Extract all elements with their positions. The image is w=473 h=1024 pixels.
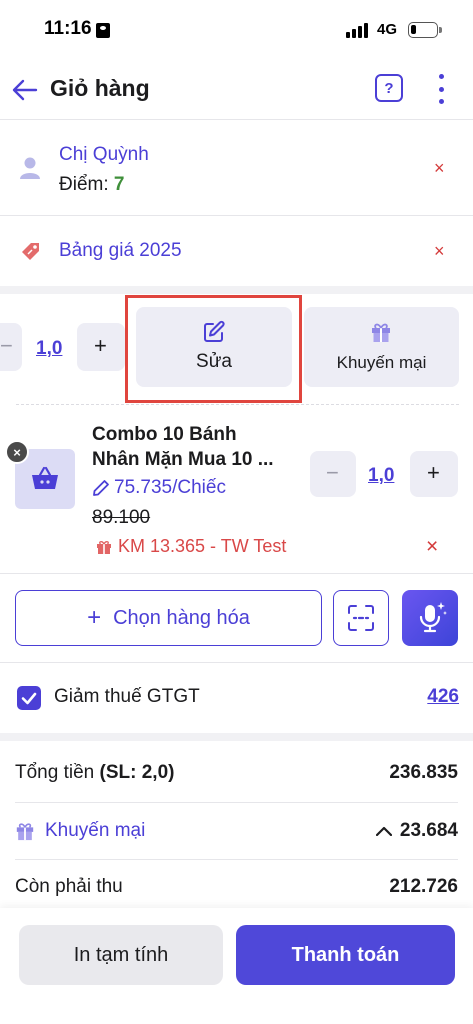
remove-customer-close-icon[interactable]: × [434, 159, 445, 177]
mic-icon [419, 602, 447, 633]
section-divider [0, 733, 473, 741]
total-quantity: (SL: 2,0) [99, 762, 175, 783]
vat-value[interactable]: 426 [427, 686, 459, 708]
product-promotion: KM 13.365 - TW Test [96, 536, 286, 557]
divider [0, 573, 473, 574]
remove-promotion-close-icon[interactable]: × [426, 536, 438, 557]
battery-icon [408, 22, 442, 38]
quantity-value[interactable]: 1,0 [36, 338, 62, 360]
promotion-summary-label[interactable]: Khuyến mại [15, 820, 145, 842]
total-value: 236.835 [389, 762, 458, 783]
minus-icon: − [326, 460, 339, 485]
product-plus-button[interactable]: + [410, 451, 458, 497]
divider [15, 859, 458, 860]
points-value: 7 [113, 174, 125, 195]
plus-icon: + [94, 333, 107, 358]
minus-button[interactable]: − [0, 323, 22, 371]
total-label: Tổng tiền (SL: 2,0) [15, 762, 174, 784]
remove-price-list-close-icon[interactable]: × [434, 242, 445, 260]
price-tag-icon [22, 243, 39, 260]
highlight-box [125, 295, 302, 403]
product-name[interactable]: Combo 10 Bánh Nhân Mặn Mua 10 ... [92, 422, 307, 472]
user-icon [20, 157, 40, 179]
gift-icon [16, 823, 34, 841]
help-button[interactable]: ? [375, 74, 403, 102]
pencil-icon [93, 480, 109, 496]
product-price[interactable]: 75.735/Chiếc [92, 477, 226, 499]
plus-icon: + [427, 460, 440, 485]
divider [15, 802, 458, 803]
remove-item-close-icon[interactable]: × [5, 440, 29, 464]
total-label-text: Tổng tiền [15, 762, 95, 783]
status-time: 11:16 [44, 18, 92, 39]
section-divider [0, 286, 473, 294]
bottom-action-bar: In tạm tính Thanh toán [0, 908, 473, 1024]
voice-input-button[interactable] [402, 590, 458, 646]
more-vertical-icon [438, 74, 444, 79]
page-title: Giỏ hàng [50, 75, 150, 101]
more-menu-button[interactable] [432, 74, 450, 104]
vat-label: Giảm thuế GTGT [54, 686, 200, 707]
basket-icon [32, 466, 58, 489]
choose-items-button[interactable]: + Chọn hàng hóa [15, 590, 322, 646]
status-bar: 11:16 4G [0, 0, 473, 60]
price-list-label[interactable]: Bảng giá 2025 [59, 240, 182, 262]
id-card-icon [96, 23, 110, 38]
promotion-summary-text: Khuyến mại [45, 820, 146, 841]
promotion-label: Khuyến mại [336, 353, 427, 372]
product-old-price: 89.100 [92, 507, 151, 528]
minus-icon: − [0, 333, 13, 358]
amount-due-value: 212.726 [389, 876, 458, 897]
question-icon: ? [384, 79, 394, 97]
vat-checkbox[interactable] [17, 686, 41, 710]
signal-icon [346, 22, 368, 38]
amount-due-label: Còn phải thu [15, 876, 123, 897]
product-name-line1: Combo 10 Bánh [92, 424, 237, 445]
scan-button[interactable] [333, 590, 389, 646]
price-list-row[interactable]: Bảng giá 2025 × [0, 216, 473, 286]
print-estimate-button[interactable]: In tạm tính [19, 925, 223, 985]
product-promotion-text: KM 13.365 - TW Test [118, 536, 287, 556]
plus-icon: + [87, 604, 102, 631]
header: Giỏ hàng ? [0, 60, 473, 120]
check-icon [21, 692, 37, 705]
points-label: Điểm: [59, 174, 109, 195]
product-quantity[interactable]: 1,0 [368, 465, 394, 487]
gift-icon [372, 323, 390, 342]
promotion-summary-amount: 23.684 [399, 820, 458, 841]
arrow-left-icon[interactable] [11, 76, 39, 104]
product-price-value: 75.735/Chiếc [114, 477, 226, 498]
pay-button[interactable]: Thanh toán [236, 925, 455, 985]
choose-items-label: Chọn hàng hóa [113, 606, 250, 629]
promotion-summary-value[interactable]: 23.684 [375, 820, 458, 842]
product-name-line2: Nhân Mặn Mua 10 ... [92, 449, 274, 470]
customer-points: Điểm: 7 [59, 174, 124, 196]
customer-name[interactable]: Chị Quỳnh [59, 144, 149, 166]
plus-button[interactable]: + [77, 323, 125, 371]
chevron-up-icon [375, 826, 392, 836]
promotion-button[interactable]: Khuyến mại [304, 307, 459, 387]
product-minus-button[interactable]: − [310, 451, 356, 497]
customer-row[interactable]: Chị Quỳnh Điểm: 7 × [0, 121, 473, 216]
scan-icon [348, 605, 374, 631]
gift-icon [97, 540, 111, 554]
divider [0, 662, 473, 663]
network-label: 4G [377, 21, 398, 38]
item-divider [16, 404, 459, 405]
